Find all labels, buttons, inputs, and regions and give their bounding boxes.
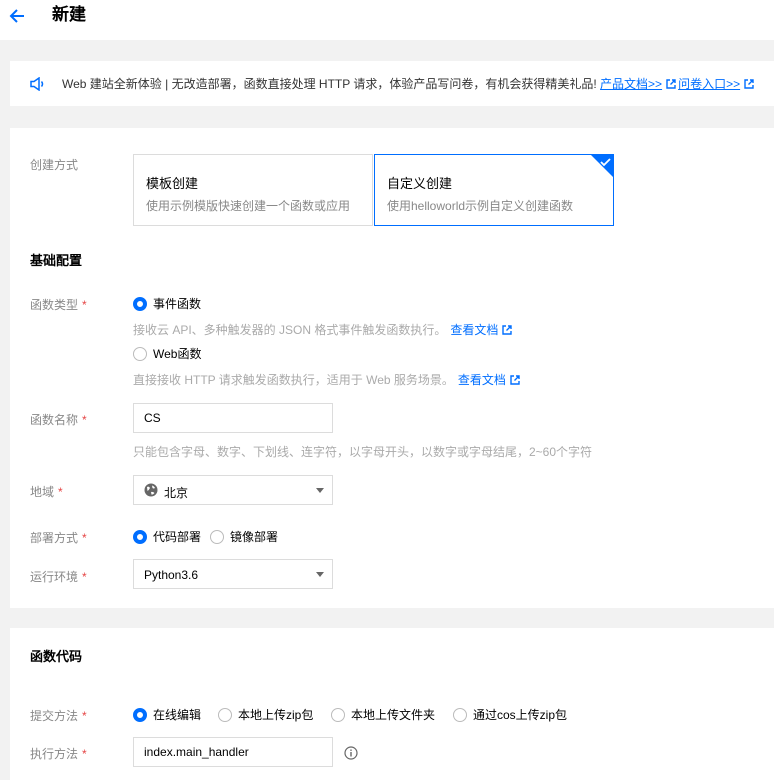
event-function-hint: 接收云 API、多种触发器的 JSON 格式事件触发函数执行。 查看文档 — [133, 321, 514, 338]
radio-upload-zip[interactable]: 本地上传zip包 — [218, 706, 313, 723]
info-icon[interactable] — [344, 746, 358, 760]
radio-unchecked — [133, 346, 147, 361]
radio-upload-folder[interactable]: 本地上传文件夹 — [331, 706, 435, 723]
radio-web-function[interactable]: Web函数 — [133, 345, 201, 362]
external-link-icon — [502, 325, 513, 335]
radio-label: 镜像部署 — [230, 530, 279, 544]
label-text: 函数名称 — [30, 413, 79, 427]
function-code-panel: 函数代码 提交方法 * 在线编辑 本地上传zip包 本地上传文件夹 通过cos上传… — [10, 628, 774, 780]
radio-checked — [133, 529, 147, 544]
card-title: 模板创建 — [146, 176, 199, 191]
chevron-down-icon — [316, 572, 324, 577]
external-link-icon — [510, 375, 520, 385]
chevron-down-icon — [316, 488, 324, 493]
page-title: 新建 — [52, 5, 86, 24]
label-text: 部署方式 — [30, 531, 79, 545]
label-text: 执行方法 — [30, 747, 79, 761]
notice-banner: Web 建站全新体验 | 无改造部署，函数直接处理 HTTP 请求，体验产品写问… — [10, 61, 774, 106]
view-docs-link[interactable]: 查看文档 — [458, 373, 506, 387]
required-mark: * — [82, 709, 87, 723]
radio-code-deploy[interactable]: 代码部署 — [133, 528, 201, 545]
function-type-label: 函数类型 * — [30, 296, 87, 313]
template-create-card[interactable]: 模板创建 使用示例模版快速创建一个函数或应用 — [133, 154, 373, 226]
product-docs-link[interactable]: 产品文档>> — [600, 77, 662, 91]
custom-create-card[interactable]: 自定义创建 使用helloworld示例自定义创建函数 — [374, 154, 614, 226]
handler-label: 执行方法 * — [30, 745, 87, 762]
radio-label: 通过cos上传zip包 — [473, 708, 568, 722]
runtime-select[interactable]: Python3.6 — [133, 559, 333, 589]
required-mark: * — [58, 485, 63, 499]
card-title: 自定义创建 — [387, 176, 453, 191]
back-arrow-icon[interactable] — [8, 6, 28, 26]
region-select[interactable]: 北京 — [133, 475, 333, 505]
page-header: 新建 — [0, 0, 774, 40]
card-desc: 使用helloworld示例自定义创建函数 — [387, 199, 574, 213]
region-value: 北京 — [164, 486, 189, 500]
runtime-value: Python3.6 — [144, 568, 199, 582]
required-mark: * — [82, 570, 87, 584]
speaker-icon — [30, 77, 44, 91]
hint-text: 直接接收 HTTP 请求触发函数执行，适用于 Web 服务场景。 — [133, 373, 454, 387]
view-docs-link[interactable]: 查看文档 — [450, 323, 498, 337]
label-text: 地域 — [30, 485, 55, 499]
radio-label: Web函数 — [153, 347, 202, 361]
hint-text: 接收云 API、多种触发器的 JSON 格式事件触发函数执行。 — [133, 323, 447, 337]
handler-input[interactable] — [133, 737, 333, 767]
required-mark: * — [82, 298, 87, 312]
function-name-label: 函数名称 * — [30, 411, 87, 428]
notice-text: Web 建站全新体验 | 无改造部署，函数直接处理 HTTP 请求，体验产品写问… — [62, 76, 756, 92]
function-name-input[interactable] — [133, 403, 333, 433]
survey-link[interactable]: 问卷入口>> — [678, 77, 740, 91]
radio-unchecked — [331, 707, 345, 722]
basic-config-title: 基础配置 — [30, 253, 83, 268]
label-text: 运行环境 — [30, 570, 79, 584]
radio-unchecked — [218, 707, 232, 722]
region-label: 地域 * — [30, 483, 63, 500]
radio-online-edit[interactable]: 在线编辑 — [133, 706, 201, 723]
basic-config-panel: 创建方式 模板创建 使用示例模版快速创建一个函数或应用 自定义创建 使用hell… — [10, 128, 774, 608]
radio-label: 在线编辑 — [153, 708, 202, 722]
radio-checked — [133, 707, 147, 722]
deploy-method-label: 部署方式 * — [30, 529, 87, 546]
web-function-hint: 直接接收 HTTP 请求触发函数执行，适用于 Web 服务场景。 查看文档 — [133, 371, 522, 388]
label-text: 函数类型 — [30, 298, 79, 312]
required-mark: * — [82, 531, 87, 545]
function-code-title: 函数代码 — [30, 649, 83, 664]
globe-icon — [144, 483, 158, 497]
notice-message: Web 建站全新体验 | 无改造部署，函数直接处理 HTTP 请求，体验产品写问… — [62, 77, 597, 91]
runtime-label: 运行环境 * — [30, 568, 87, 585]
label-text: 提交方法 — [30, 709, 79, 723]
required-mark: * — [82, 413, 87, 427]
required-mark: * — [82, 747, 87, 761]
submit-method-label: 提交方法 * — [30, 707, 87, 724]
radio-event-function[interactable]: 事件函数 — [133, 295, 201, 312]
radio-cos-upload[interactable]: 通过cos上传zip包 — [453, 706, 567, 723]
external-link-icon — [744, 79, 754, 89]
radio-label: 事件函数 — [153, 297, 202, 311]
function-name-hint: 只能包含字母、数字、下划线、连字符，以字母开头，以数字或字母结尾，2~60个字符 — [133, 445, 593, 459]
radio-unchecked — [210, 529, 224, 544]
radio-label: 代码部署 — [153, 530, 202, 544]
external-link-icon — [666, 79, 676, 89]
radio-checked — [133, 296, 147, 311]
card-desc: 使用示例模版快速创建一个函数或应用 — [146, 199, 351, 213]
selected-check-icon — [591, 155, 613, 177]
radio-label: 本地上传zip包 — [238, 708, 314, 722]
radio-label: 本地上传文件夹 — [351, 708, 436, 722]
radio-image-deploy[interactable]: 镜像部署 — [210, 528, 278, 545]
create-method-label: 创建方式 — [30, 158, 79, 172]
radio-unchecked — [453, 707, 467, 722]
